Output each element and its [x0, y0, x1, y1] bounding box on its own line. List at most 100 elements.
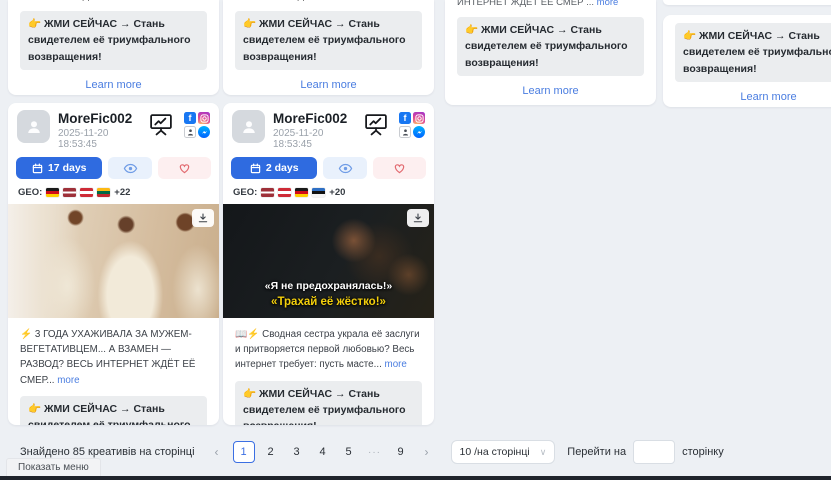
creative-card-cropped — [663, 0, 831, 5]
heart-icon — [393, 162, 406, 174]
days-running-button[interactable]: 17 days — [16, 157, 102, 179]
creatives-page: ИНТЕРНЕТ ЖДЁТ ЕЁ СМЕР ... more 👉 ЖМИ СЕЙ… — [0, 0, 831, 480]
page-ellipsis: ··· — [365, 442, 385, 462]
caption-line-1: «Я не предохранялась!» — [223, 279, 434, 294]
more-link[interactable]: more — [375, 0, 397, 2]
days-running-button[interactable]: 2 days — [231, 157, 317, 179]
geo-more-count: +22 — [114, 187, 130, 198]
creative-card-cropped: 👉 ЖМИ СЕЙЧАС → Стань свидетелем её триум… — [663, 15, 831, 107]
cta-headline: 👉 ЖМИ СЕЙЧАС → Стань свидетелем её триум… — [20, 396, 207, 425]
author-block: MoreFic002 2025-11-20 18:53:45 — [273, 110, 355, 150]
geo-row: GEO: +20 — [223, 179, 434, 204]
grid-column-4: 👉 ЖМИ СЕЙЧАС → Стань свидетелем её триум… — [663, 0, 831, 107]
country-flag — [80, 188, 93, 197]
learn-more-link[interactable]: Learn more — [223, 79, 434, 91]
cta-headline: 👉 ЖМИ СЕЙЧАС → Стань свидетелем её триум… — [20, 11, 207, 70]
goto-page-input[interactable] — [633, 440, 675, 464]
heart-icon — [178, 162, 191, 174]
bottom-bar — [0, 476, 831, 480]
country-flag — [261, 188, 274, 197]
clipped-ad-text: ИНТЕРНЕТ ЖДЁТ ЕЁ СМЕР ... more — [8, 0, 219, 3]
show-menu-button[interactable]: Показать меню — [6, 458, 101, 476]
analytics-board-icon[interactable] — [363, 112, 389, 137]
download-image-button[interactable] — [407, 209, 429, 227]
facebook-icon: f — [184, 112, 196, 124]
ad-text: 📖⚡ Сводная сестра украла её заслуги и пр… — [223, 318, 434, 373]
geo-row: GEO: +22 — [8, 179, 219, 204]
landing-url-row — [445, 101, 656, 105]
creative-card-cropped: ИНТЕРНЕТ ЖДЁТ ЕЁ СМЕР ... more 👉 ЖМИ СЕЙ… — [8, 0, 219, 95]
learn-more-link[interactable]: Learn more — [8, 79, 219, 91]
favorite-button[interactable] — [373, 157, 426, 179]
creative-image[interactable] — [8, 204, 219, 318]
clipped-ad-text: ИНТЕРНЕТ ЖДЁТ ЕЁ СМЕР ... more — [223, 0, 434, 3]
page-button-1[interactable]: 1 — [233, 441, 255, 463]
more-link[interactable]: more — [597, 0, 619, 8]
creative-card-cropped: ИНТЕРНЕТ ЖДЁТ ЕЁ СМЕР ... more 👉 ЖМИ СЕЙ… — [445, 0, 656, 105]
goto-page-control: Перейти на сторінку — [567, 440, 723, 464]
creative-image[interactable]: «Я не предохранялась!» «Трахай её жёстко… — [223, 204, 434, 318]
page-button-5[interactable]: 5 — [339, 442, 359, 462]
avatar — [232, 110, 265, 143]
geo-label: GEO: — [18, 187, 42, 198]
instagram-icon — [413, 112, 425, 124]
learn-more-link[interactable]: Learn more — [663, 91, 831, 103]
country-flag — [97, 188, 110, 197]
more-link[interactable]: more — [160, 0, 182, 2]
grid-column-2: ИНТЕРНЕТ ЖДЁТ ЕЁ СМЕР ... more 👉 ЖМИ СЕЙ… — [223, 0, 434, 425]
creative-datetime: 2025-11-20 18:53:45 — [58, 128, 140, 150]
analytics-board-icon[interactable] — [148, 112, 174, 137]
goto-suffix: сторінку — [682, 446, 724, 458]
author-name: MoreFic002 — [58, 111, 140, 126]
cta-headline: 👉 ЖМИ СЕЙЧАС → Стань свидетелем её триум… — [675, 23, 831, 82]
favorite-button[interactable] — [158, 157, 211, 179]
download-icon — [198, 212, 208, 224]
page-button-9[interactable]: 9 — [391, 442, 411, 462]
pagination-bar: Знайдено 85 креативів на сторінці ‹ 1 2 … — [20, 440, 831, 464]
instagram-icon — [198, 112, 210, 124]
placement-icons: f — [184, 112, 210, 138]
creative-header: MoreFic002 2025-11-20 18:53:45 f — [223, 103, 434, 150]
country-flag — [46, 188, 59, 197]
download-icon — [413, 212, 423, 224]
calendar-icon — [250, 163, 261, 174]
ad-text: ⚡ 3 ГОДА УХАЖИВАЛА ЗА МУЖЕМ-ВЕГЕТАТИВЦЕМ… — [8, 318, 219, 388]
person-icon — [240, 118, 258, 136]
eye-icon — [123, 163, 138, 174]
more-link[interactable]: more — [385, 359, 407, 370]
geo-label: GEO: — [233, 187, 257, 198]
page-button-2[interactable]: 2 — [261, 442, 281, 462]
messenger-icon — [413, 126, 425, 138]
person-icon — [25, 118, 43, 136]
learn-more-link[interactable]: Learn more — [445, 85, 656, 97]
more-link[interactable]: more — [57, 375, 79, 386]
per-page-select[interactable]: 10 /на сторінці∨ — [451, 440, 556, 464]
clipped-ad-text: ИНТЕРНЕТ ЖДЁТ ЕЁ СМЕР ... more — [445, 0, 656, 9]
views-button[interactable] — [108, 157, 151, 179]
download-image-button[interactable] — [192, 209, 214, 227]
results-count: Знайдено 85 креативів на сторінці — [20, 446, 195, 458]
avatar — [17, 110, 50, 143]
messenger-icon — [198, 126, 210, 138]
creative-card-cropped: ИНТЕРНЕТ ЖДЁТ ЕЁ СМЕР ... more 👉 ЖМИ СЕЙ… — [223, 0, 434, 95]
image-caption: «Я не предохранялась!» «Трахай её жёстко… — [223, 279, 434, 311]
next-page-button[interactable]: › — [417, 442, 437, 462]
caption-line-2: «Трахай её жёстко!» — [223, 294, 434, 311]
prev-page-button[interactable]: ‹ — [207, 442, 227, 462]
facebook-icon: f — [399, 112, 411, 124]
page-button-4[interactable]: 4 — [313, 442, 333, 462]
calendar-icon — [32, 163, 43, 174]
audience-network-icon — [184, 126, 196, 138]
creative-header: MoreFic002 2025-11-20 18:53:45 f — [8, 103, 219, 150]
header-icons: f — [148, 110, 210, 138]
cta-headline: 👉 ЖМИ СЕЙЧАС → Стань свидетелем её триум… — [457, 17, 644, 76]
creative-card: MoreFic002 2025-11-20 18:53:45 f 2 days — [223, 103, 434, 425]
grid-column-1: ИНТЕРНЕТ ЖДЁТ ЕЁ СМЕР ... more 👉 ЖМИ СЕЙ… — [8, 0, 219, 425]
page-button-3[interactable]: 3 — [287, 442, 307, 462]
grid-column-3: ИНТЕРНЕТ ЖДЁТ ЕЁ СМЕР ... more 👉 ЖМИ СЕЙ… — [445, 0, 656, 105]
creative-actions: 2 days — [223, 150, 434, 179]
views-button[interactable] — [323, 157, 366, 179]
author-block: MoreFic002 2025-11-20 18:53:45 — [58, 110, 140, 150]
country-flag — [63, 188, 76, 197]
creative-card: MoreFic002 2025-11-20 18:53:45 f 17 days — [8, 103, 219, 425]
